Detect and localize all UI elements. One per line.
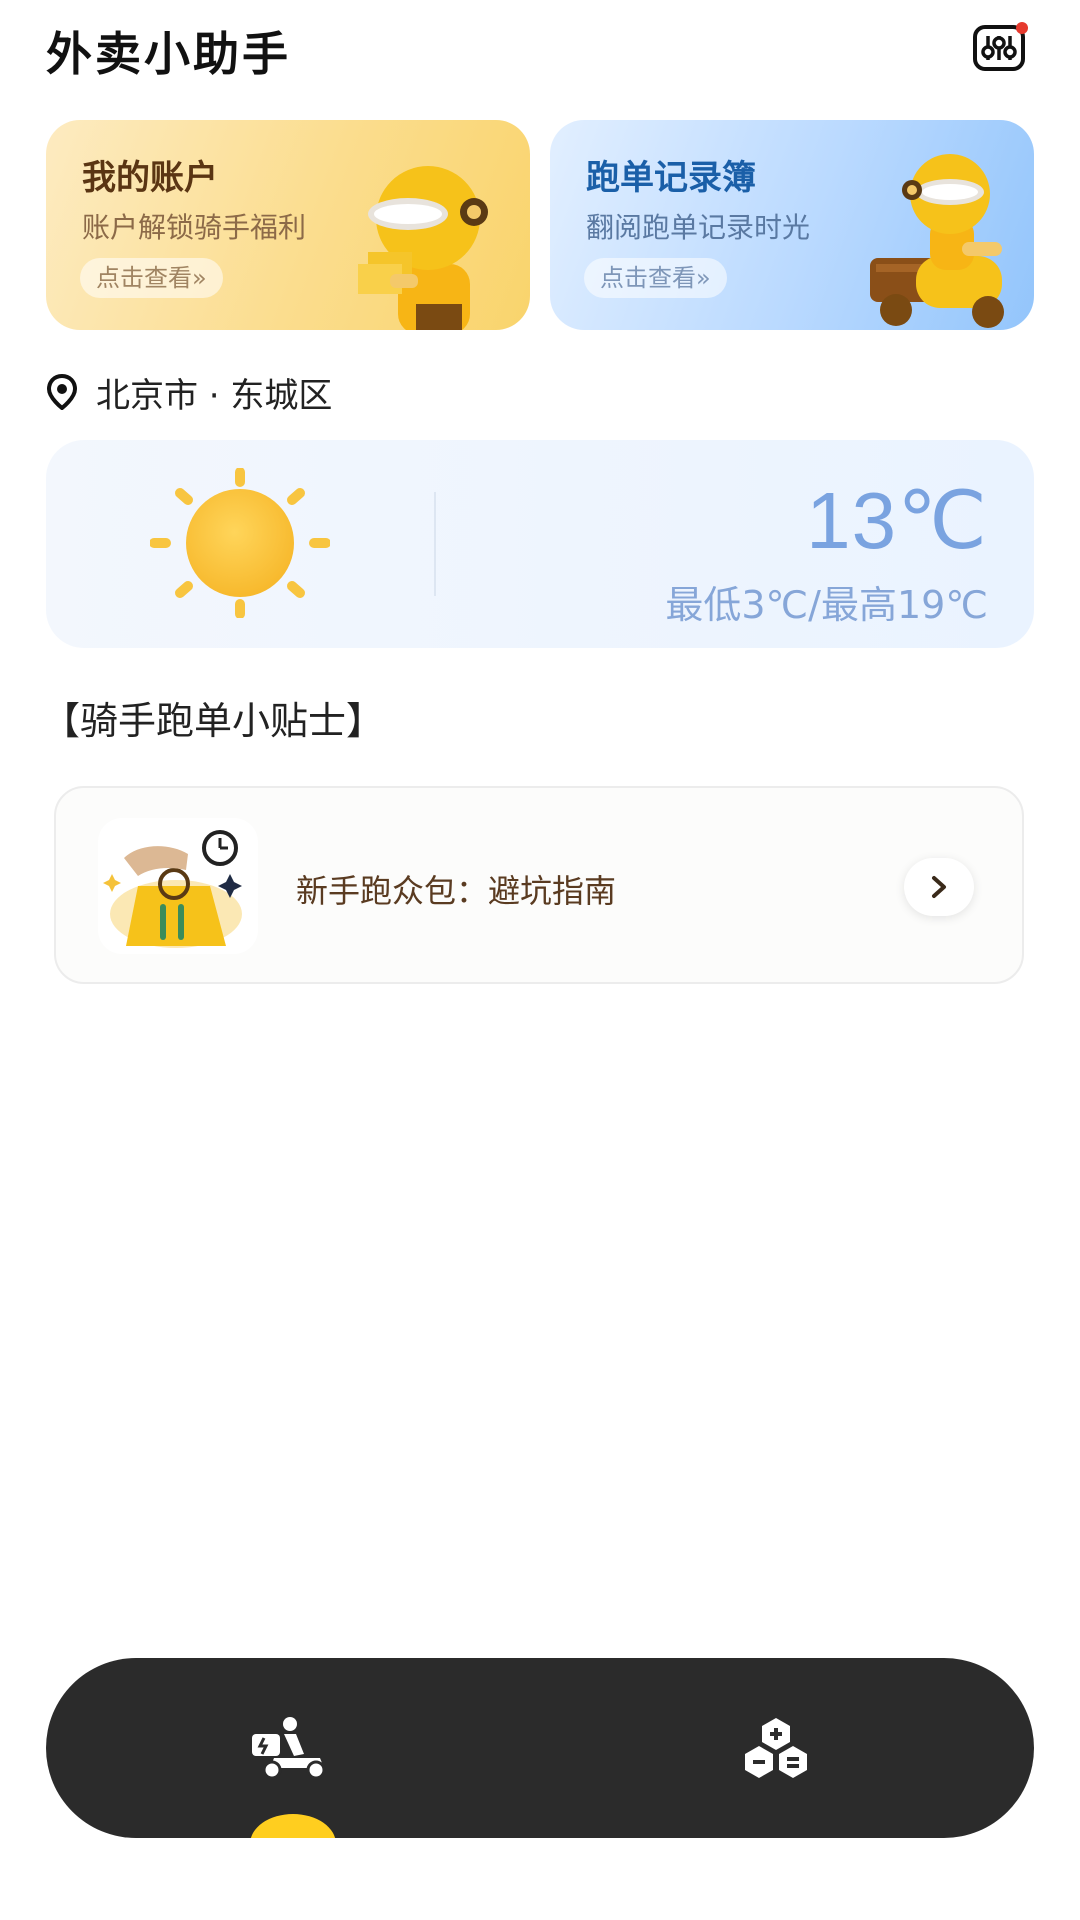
tip-icon-box (98, 818, 258, 954)
record-card-subtitle: 翻阅跑单记录时光 (586, 211, 811, 244)
location-pin-icon (46, 374, 78, 410)
my-account-card[interactable]: 我的账户 账户解锁骑手福利 点击查看» (46, 120, 530, 330)
nav-item-tools[interactable] (740, 1716, 812, 1784)
account-view-button[interactable]: 点击查看» (80, 258, 223, 298)
app-title: 外卖小助手 (46, 27, 291, 81)
record-card-title: 跑单记录簿 (586, 158, 756, 198)
tip-open-button[interactable] (904, 858, 974, 916)
filter-button[interactable] (972, 22, 1028, 72)
delivery-rider-holding-package-icon (358, 166, 488, 330)
account-card-subtitle: 账户解锁骑手福利 (82, 211, 307, 244)
account-card-title: 我的账户 (82, 158, 218, 198)
tip-item[interactable]: 新手跑众包：避坑指南 (54, 786, 1024, 984)
nav-item-delivery[interactable] (250, 1716, 330, 1784)
record-view-button[interactable]: 点击查看» (584, 258, 727, 298)
current-temperature: 13℃ (806, 476, 988, 565)
bottom-navigation (46, 1658, 1034, 1838)
tools-blocks-icon (745, 1718, 807, 1778)
location-row[interactable]: 北京市 · 东城区 (46, 370, 333, 416)
delivery-bag-timer-icon (103, 830, 242, 948)
tips-section-title: 【骑手跑单小贴士】 (42, 699, 385, 743)
temperature-range: 最低3℃/最高19℃ (665, 583, 988, 627)
sun-icon (150, 468, 330, 618)
run-record-card[interactable]: 跑单记录簿 翻阅跑单记录时光 点击查看» (550, 120, 1034, 330)
chevron-right-icon (932, 876, 946, 898)
notification-dot (1016, 22, 1028, 34)
tip-title: 新手跑众包：避坑指南 (296, 872, 617, 910)
delivery-scooter-icon (252, 1717, 326, 1780)
weather-card: 13℃ 最低3℃/最高19℃ (46, 440, 1034, 648)
delivery-rider-on-scooter-icon (870, 154, 1004, 328)
location-text: 北京市 · 东城区 (96, 375, 333, 416)
weather-divider (434, 492, 436, 596)
nav-active-indicator (250, 1814, 336, 1838)
